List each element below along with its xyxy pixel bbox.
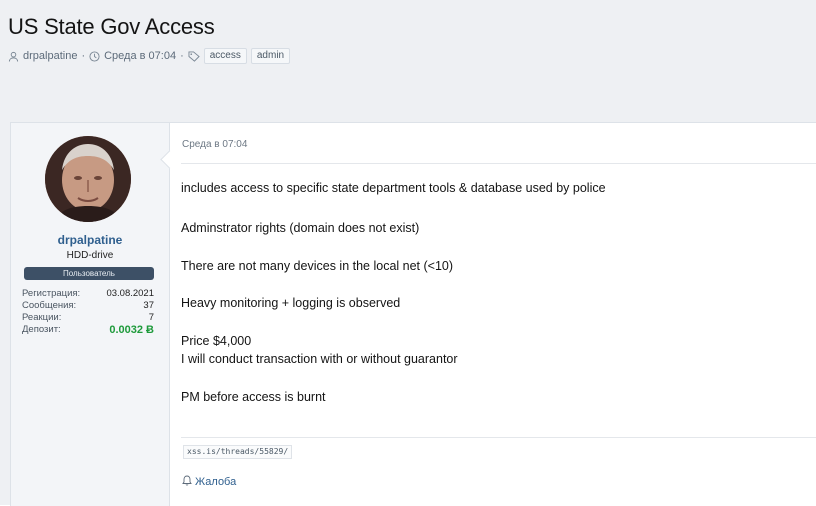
post-line: I will conduct transaction with or witho…	[181, 352, 458, 366]
avatar[interactable]	[45, 136, 131, 222]
bell-icon	[182, 475, 192, 489]
post-line: There are not many devices in the local …	[181, 259, 454, 273]
stat-value: 7	[148, 312, 154, 323]
report-button[interactable]: Жалоба	[182, 475, 236, 489]
report-label: Жалоба	[195, 476, 237, 488]
user-stats: Регистрация: 03.08.2021 Сообщения: 37 Ре…	[22, 288, 154, 336]
thread-link[interactable]: xss.is/threads/55829/	[183, 445, 293, 459]
thread-date[interactable]: Среда в 07:04	[104, 50, 176, 62]
post: drpalpatine HDD-drive Пользователь Регис…	[10, 122, 816, 506]
thread-author-link[interactable]: drpalpatine	[23, 50, 77, 62]
stat-registration: Регистрация: 03.08.2021	[22, 288, 154, 300]
stat-messages: Сообщения: 37	[22, 300, 154, 312]
post-line: Heavy monitoring + logging is observed	[181, 296, 401, 310]
post-line: Adminstrator rights (domain does not exi…	[181, 221, 420, 235]
post-content: Среда в 07:04 includes access to specifi…	[181, 123, 816, 506]
thread-meta: drpalpatine · Среда в 07:04 · access adm…	[8, 48, 291, 64]
user-icon	[8, 51, 19, 62]
tag-icon	[188, 50, 200, 62]
stat-reactions: Реакции: 7	[22, 312, 154, 324]
tag-admin[interactable]: admin	[250, 48, 291, 64]
user-title: HDD-drive	[66, 250, 114, 261]
post-line: Price $4,000	[181, 334, 252, 348]
meta-separator: ·	[180, 50, 184, 62]
divider	[181, 163, 816, 164]
thread-title: US State Gov Access	[8, 14, 215, 39]
stat-deposit: Депозит: 0.0032 Ƀ	[22, 324, 154, 336]
post-line: includes access to specific state depart…	[181, 181, 606, 195]
stat-label: Регистрация:	[22, 288, 81, 299]
tag-access[interactable]: access	[203, 48, 247, 64]
user-info-panel: drpalpatine HDD-drive Пользователь Регис…	[11, 123, 170, 506]
divider	[181, 437, 816, 438]
stat-label: Депозит:	[22, 324, 61, 335]
stat-value: 03.08.2021	[106, 288, 154, 299]
stat-label: Реакции:	[22, 312, 62, 323]
user-banner: Пользователь	[24, 267, 154, 280]
meta-separator: ·	[81, 50, 86, 62]
username[interactable]: drpalpatine	[11, 233, 169, 247]
post-line: PM before access is burnt	[181, 390, 326, 404]
clock-icon	[89, 50, 100, 62]
post-date[interactable]: Среда в 07:04	[182, 139, 247, 150]
stat-value[interactable]: 37	[143, 300, 154, 312]
stat-label: Сообщения:	[22, 300, 77, 311]
stat-value: 0.0032 Ƀ	[109, 324, 154, 336]
